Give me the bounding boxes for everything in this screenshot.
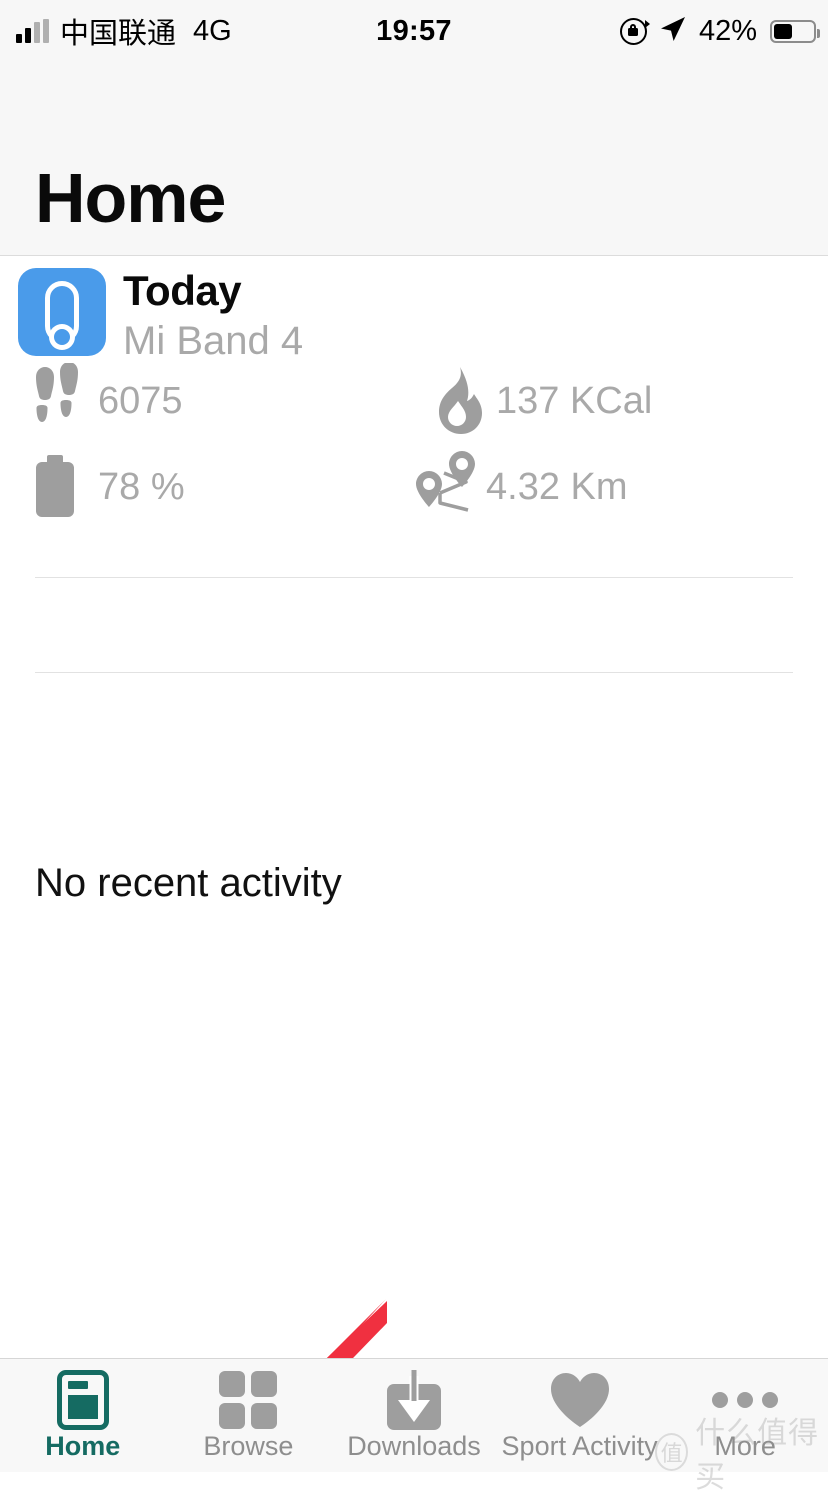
tab-sport-activity[interactable]: Sport Activity	[497, 1359, 663, 1473]
battery-icon	[22, 449, 98, 525]
status-bar: 中国联通 4G 19:57 42%	[0, 0, 828, 62]
divider-bottom	[35, 672, 793, 673]
rotation-lock-icon	[619, 17, 650, 45]
no-recent-activity-label: No recent activity	[35, 861, 342, 905]
tab-sport-activity-label: Sport Activity	[501, 1431, 658, 1461]
stat-battery-value: 78 %	[98, 465, 185, 508]
tab-browse[interactable]: Browse	[166, 1359, 332, 1473]
stat-battery: 78 %	[22, 449, 185, 525]
stat-distance: 4.32 Km	[410, 449, 628, 525]
location-arrow-icon	[660, 16, 686, 47]
flame-icon	[420, 363, 496, 439]
device-card-header: Today Mi Band 4	[0, 257, 828, 363]
watermark-badge: 值	[655, 1433, 689, 1471]
clock-label: 19:57	[376, 14, 452, 47]
page-header: Home	[0, 62, 828, 256]
tab-browse-label: Browse	[203, 1431, 294, 1461]
page-title: Home	[35, 159, 226, 237]
divider-top	[35, 577, 793, 578]
tab-home[interactable]: Home	[0, 1359, 166, 1473]
stat-steps-value: 6075	[98, 379, 183, 422]
device-card-subtitle: Mi Band 4	[123, 319, 304, 363]
battery-icon	[770, 19, 820, 43]
mi-band-app-icon	[18, 268, 106, 356]
stat-calories: 137 KCal	[420, 363, 652, 439]
stat-calories-value: 137 KCal	[496, 379, 653, 422]
tab-downloads[interactable]: Downloads	[331, 1359, 497, 1473]
status-bar-right: 42%	[619, 0, 820, 62]
stat-steps: 6075	[22, 363, 183, 439]
watermark-text: 什么值得买	[695, 1417, 820, 1494]
battery-percent-label: 42%	[698, 14, 757, 47]
grid-icon	[219, 1371, 278, 1429]
watermark: 值 什么值得买	[655, 1408, 828, 1496]
device-card[interactable]: Today Mi Band 4 6075 137 KCal 78 % 4.32 …	[0, 257, 828, 905]
stat-distance-value: 4.32 Km	[486, 465, 628, 508]
device-card-title: Today	[123, 267, 242, 314]
device-stats: 6075 137 KCal 78 % 4.32 Km	[0, 361, 828, 521]
download-icon	[385, 1370, 443, 1430]
heart-icon	[549, 1371, 611, 1429]
footsteps-icon	[22, 363, 98, 439]
tab-downloads-label: Downloads	[347, 1431, 481, 1461]
route-pins-icon	[410, 449, 486, 525]
tab-home-label: Home	[45, 1431, 121, 1461]
home-icon	[56, 1370, 109, 1430]
